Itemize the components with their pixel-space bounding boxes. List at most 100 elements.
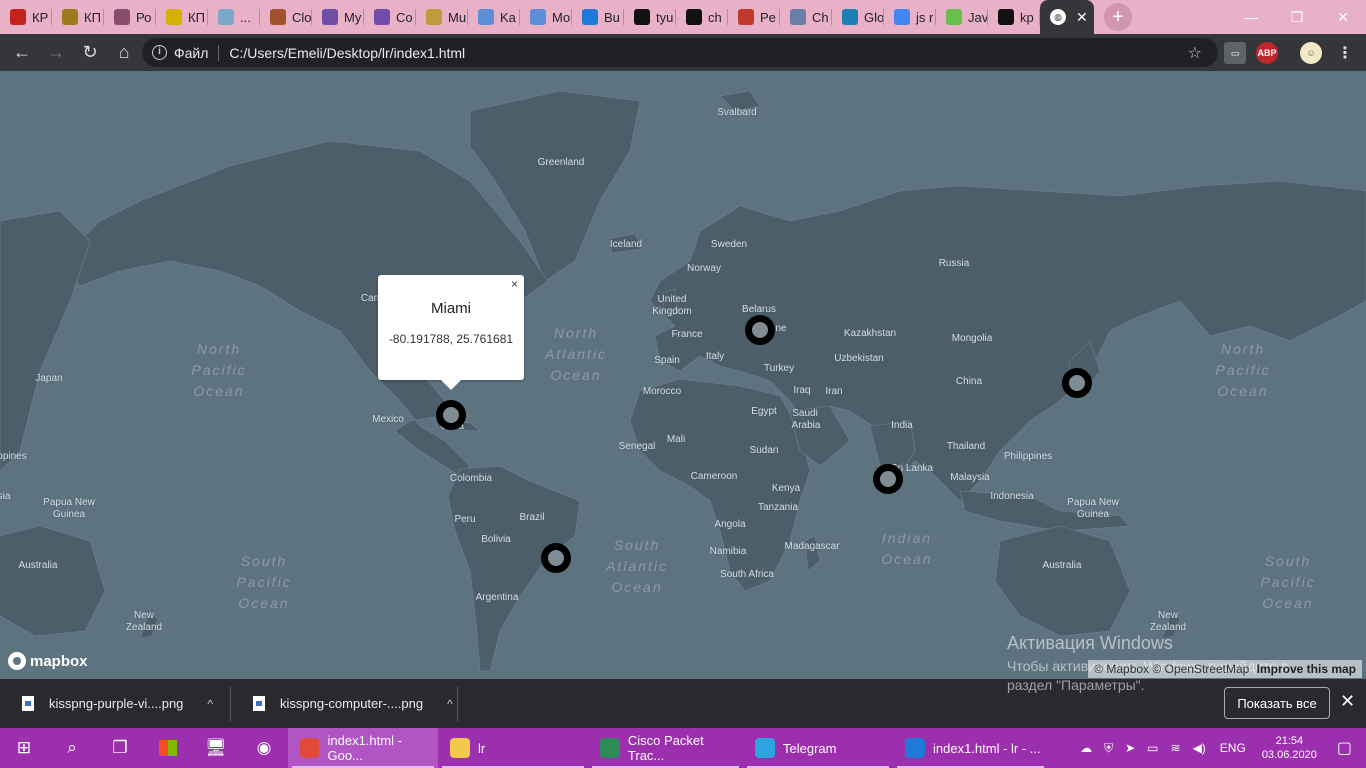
forward-button[interactable]: → xyxy=(40,37,72,69)
onedrive-icon[interactable]: ☁ xyxy=(1080,741,1092,755)
wifi-icon[interactable]: ≋ xyxy=(1171,741,1181,755)
country-label: Philippines xyxy=(1003,451,1053,462)
popup-close-button[interactable]: × xyxy=(511,277,518,291)
browser-tab[interactable]: Co xyxy=(364,0,416,34)
task-view-icon: ❐ xyxy=(112,738,128,757)
start-button[interactable]: ⊞ xyxy=(0,728,48,768)
taskbar-app-label: lr xyxy=(478,740,486,756)
active-tab[interactable]: ◍ ✕ xyxy=(1040,0,1094,34)
browser-tab[interactable]: My xyxy=(312,0,364,34)
colombo-marker[interactable] xyxy=(873,464,903,494)
language-indicator[interactable]: ENG xyxy=(1220,741,1246,755)
popup-title: Miami xyxy=(431,300,471,317)
browser-tab[interactable]: js r xyxy=(884,0,936,34)
tab-label: ch xyxy=(708,9,722,25)
home-button[interactable]: ⌂ xyxy=(108,37,140,69)
ocean-label: North Atlantic Ocean xyxy=(545,323,607,386)
download-item[interactable]: kisspng-computer-....png ^ xyxy=(231,679,457,728)
taskbar-app[interactable]: index1.html - Goo... xyxy=(288,728,438,768)
country-label: Iceland xyxy=(609,239,643,250)
country-label: Papua New xyxy=(1067,497,1119,508)
tab-label: ... xyxy=(240,9,251,25)
pinned-app-button-2[interactable]: ◉ xyxy=(240,728,288,768)
improve-map-link[interactable]: Improve this map xyxy=(1257,662,1356,676)
browser-tab[interactable]: kp xyxy=(988,0,1040,34)
browser-tab[interactable]: ... xyxy=(208,0,260,34)
close-downloads-icon[interactable]: ✕ xyxy=(1340,691,1355,712)
bookmark-star-icon[interactable]: ☆ xyxy=(1188,43,1202,63)
close-window-button[interactable]: ✕ xyxy=(1320,0,1366,34)
country-label: Mexico xyxy=(372,414,404,425)
chevron-up-icon[interactable]: ^ xyxy=(207,697,213,711)
country-label: Namibia xyxy=(709,546,747,557)
tokyo-marker[interactable] xyxy=(1062,368,1092,398)
browser-tab[interactable]: КП xyxy=(156,0,208,34)
download-item[interactable]: kisspng-purple-vi....png ^ xyxy=(0,679,230,728)
adblock-icon[interactable]: ABP xyxy=(1256,42,1278,64)
country-label: Iran xyxy=(825,386,843,397)
extension-icon[interactable]: ▭ xyxy=(1224,42,1246,64)
taskbar-app[interactable]: lr xyxy=(438,728,588,768)
browser-tab[interactable]: Pe xyxy=(728,0,780,34)
shield-icon[interactable]: ⛨ xyxy=(1104,741,1113,756)
browser-tab[interactable]: КП xyxy=(52,0,104,34)
browser-tab[interactable]: Mu xyxy=(416,0,468,34)
country-label: Greenland xyxy=(537,157,585,168)
ocean-label-line: North xyxy=(196,341,242,357)
browser-tab[interactable]: Ka xyxy=(468,0,520,34)
map-canvas[interactable]: Svalbard Greenland Iceland Sweden Norway Russ… xyxy=(0,71,1366,679)
search-button[interactable]: ⌕ xyxy=(48,728,96,768)
rio-marker[interactable] xyxy=(541,543,571,573)
attribution-text[interactable]: © Mapbox © OpenStreetMap xyxy=(1094,662,1249,676)
browser-tab[interactable]: Bu xyxy=(572,0,624,34)
browser-tab[interactable]: КР xyxy=(0,0,52,34)
minimize-button[interactable]: — xyxy=(1228,0,1274,34)
task-view-button[interactable]: ❐ xyxy=(96,728,144,768)
back-button[interactable]: ← xyxy=(6,37,38,69)
browser-tab[interactable]: Jav xyxy=(936,0,988,34)
browser-tab[interactable]: Ch xyxy=(780,0,832,34)
tab-label: КП xyxy=(188,9,205,25)
clock[interactable]: 21:54 03.06.2020 xyxy=(1262,734,1317,762)
menu-icon[interactable]: ⋮ xyxy=(1334,42,1356,64)
windows-activation-text-2: раздел "Параметры". xyxy=(1007,677,1145,693)
country-label: Australia xyxy=(18,560,58,571)
ocean-label-line: Pacific xyxy=(236,574,292,590)
volume-icon[interactable]: ◀) xyxy=(1193,741,1206,755)
show-all-downloads-button[interactable]: Показать все xyxy=(1224,687,1330,719)
notifications-icon[interactable]: ▢ xyxy=(1337,738,1352,758)
telegram-tray-icon[interactable]: ➤ xyxy=(1125,741,1135,755)
country-label: ne xyxy=(775,323,787,334)
url-text[interactable]: C:/Users/Emeli/Desktop/lr/index1.html xyxy=(229,45,465,61)
ocean-label: North Pacific Ocean xyxy=(1215,339,1270,402)
taskbar-app[interactable]: Telegram xyxy=(743,728,893,768)
pinned-app-button[interactable]: 🖥 xyxy=(192,728,240,768)
address-bar[interactable]: i Файл C:/Users/Emeli/Desktop/lr/index1.… xyxy=(142,38,1218,67)
battery-icon[interactable]: ▭ xyxy=(1147,741,1158,755)
new-tab-button[interactable]: + xyxy=(1104,3,1132,31)
ocean-label-line: Atlantic xyxy=(606,558,668,574)
maximize-button[interactable]: ❐ xyxy=(1274,0,1320,34)
close-tab-icon[interactable]: ✕ xyxy=(1076,9,1088,26)
taskbar-app[interactable]: index1.html - lr - ... xyxy=(893,728,1048,768)
info-icon[interactable]: i xyxy=(152,45,167,60)
divider xyxy=(457,685,458,722)
browser-tab[interactable]: Clo xyxy=(260,0,312,34)
browser-tab[interactable]: Mo xyxy=(520,0,572,34)
taskbar-app[interactable]: Cisco Packet Trac... xyxy=(588,728,743,768)
browser-tab[interactable]: tyu xyxy=(624,0,676,34)
country-label: Senegal xyxy=(618,441,656,452)
chevron-up-icon[interactable]: ^ xyxy=(447,697,453,711)
avatar[interactable]: ☺ xyxy=(1300,42,1322,64)
country-label: Madagascar xyxy=(784,541,840,552)
reload-icon: ↻ xyxy=(82,42,98,62)
browser-tab[interactable]: ch xyxy=(676,0,728,34)
miami-marker[interactable] xyxy=(436,400,466,430)
browser-tab[interactable]: Glo xyxy=(832,0,884,34)
kyiv-marker[interactable] xyxy=(745,315,775,345)
store-button[interactable] xyxy=(144,728,192,768)
reload-button[interactable]: ↻ xyxy=(74,37,106,69)
mapbox-logo[interactable]: mapbox xyxy=(8,652,88,670)
browser-tab[interactable]: Ро xyxy=(104,0,156,34)
github-icon xyxy=(998,9,1014,25)
